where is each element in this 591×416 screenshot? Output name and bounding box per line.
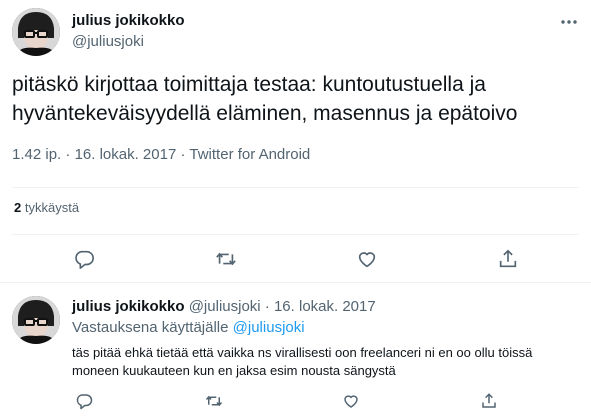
reply-text: täs pitää ehkä tietää että vaikka ns vir…: [72, 345, 533, 378]
reply-icon: [76, 394, 93, 410]
reply-author-handle[interactable]: @juliusjoki: [189, 298, 261, 315]
tweet-text: pitäskö kirjottaa toimittaja testaa: kun…: [12, 73, 518, 125]
avatar[interactable]: [12, 8, 60, 56]
divider: [12, 187, 579, 188]
replying-to: Vastauksena käyttäjälle @juliusjoki: [72, 319, 305, 336]
share-icon: [499, 249, 517, 268]
avatar-image: [12, 296, 60, 344]
more-dots-icon: [561, 20, 577, 24]
meta-separator: ·: [180, 146, 186, 163]
reply-avatar[interactable]: [12, 296, 60, 344]
reply-icon: [75, 250, 94, 269]
retweet-button[interactable]: [215, 248, 237, 270]
likes-label: tykkäystä: [24, 200, 80, 215]
likes-count[interactable]: 2 tykkäystä: [14, 200, 79, 215]
tweet-time[interactable]: 1.42 ip.: [12, 146, 61, 163]
share-icon: [482, 393, 496, 408]
likes-number: 2: [14, 200, 22, 215]
divider: [0, 282, 591, 283]
reply-reply-button[interactable]: [75, 392, 93, 410]
author-handle[interactable]: @juliusjoki: [72, 33, 144, 50]
tweet-source[interactable]: Twitter for Android: [189, 146, 310, 163]
replying-to-mention[interactable]: @juliusjoki: [233, 319, 305, 336]
avatar-image: [12, 8, 60, 56]
tweet-date[interactable]: 16. lokak. 2017: [75, 146, 177, 163]
reply-button[interactable]: [73, 248, 95, 270]
reply-header: julius jokikokko @juliusjoki · 16. lokak…: [72, 298, 376, 315]
like-icon: [344, 395, 358, 408]
author-name[interactable]: julius jokikokko: [72, 12, 185, 29]
tweet-meta: 1.42 ip. · 16. lokak. 2017 · Twitter for…: [12, 146, 310, 163]
divider: [12, 234, 579, 235]
header-separator: ·: [264, 298, 270, 315]
reply-author-name[interactable]: julius jokikokko: [72, 298, 185, 315]
reply-like-button[interactable]: [342, 392, 360, 410]
replying-prefix: Vastauksena käyttäjälle: [72, 319, 229, 336]
reply-share-button[interactable]: [480, 392, 498, 410]
retweet-icon: [216, 252, 236, 266]
reply-retweet-button[interactable]: [205, 392, 223, 410]
more-button[interactable]: [559, 12, 579, 32]
retweet-icon: [205, 395, 223, 407]
reply-date[interactable]: 16. lokak. 2017: [274, 298, 376, 315]
meta-separator: ·: [65, 146, 71, 163]
like-button[interactable]: [356, 248, 378, 270]
share-button[interactable]: [497, 248, 519, 270]
like-icon: [358, 252, 376, 268]
